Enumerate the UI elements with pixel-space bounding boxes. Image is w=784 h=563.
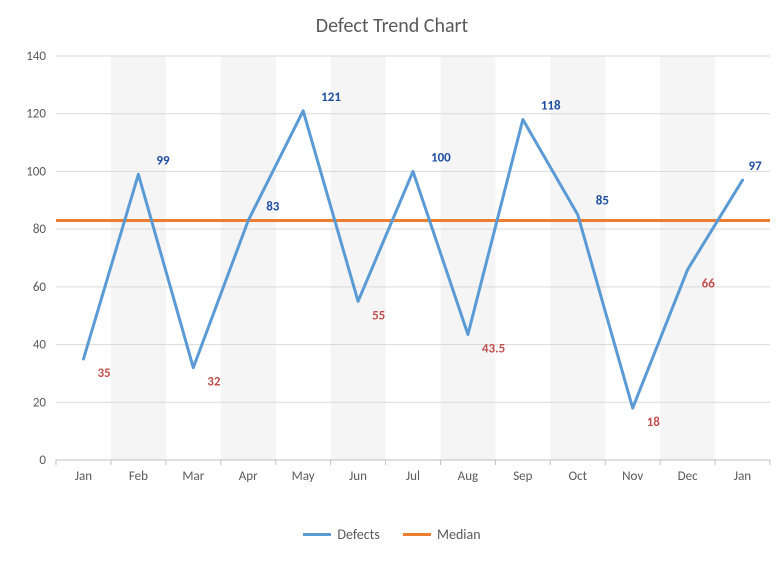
svg-text:Jan: Jan xyxy=(734,469,751,484)
svg-text:55: 55 xyxy=(372,308,385,323)
svg-text:Apr: Apr xyxy=(239,469,258,484)
svg-text:Sep: Sep xyxy=(513,469,532,484)
svg-text:0: 0 xyxy=(39,453,46,468)
svg-text:Aug: Aug xyxy=(458,469,478,484)
svg-text:85: 85 xyxy=(596,194,609,209)
svg-text:40: 40 xyxy=(33,338,47,353)
svg-text:120: 120 xyxy=(26,107,46,122)
svg-text:May: May xyxy=(292,469,315,484)
chart-container: Defect Trend Chart 020406080100120140Jan… xyxy=(0,0,784,563)
svg-text:35: 35 xyxy=(97,366,110,381)
svg-text:Jun: Jun xyxy=(349,469,367,484)
svg-text:20: 20 xyxy=(33,395,47,410)
legend-label-median: Median xyxy=(437,526,481,543)
svg-text:43.5: 43.5 xyxy=(482,341,505,356)
svg-text:66: 66 xyxy=(702,277,716,292)
svg-text:60: 60 xyxy=(33,280,47,295)
chart-legend: Defects Median xyxy=(0,523,784,543)
svg-text:Jul: Jul xyxy=(406,469,420,484)
svg-text:80: 80 xyxy=(33,222,47,237)
svg-text:118: 118 xyxy=(541,98,561,113)
legend-item-median: Median xyxy=(403,526,481,543)
svg-text:99: 99 xyxy=(156,153,170,168)
svg-text:32: 32 xyxy=(207,375,221,390)
legend-label-defects: Defects xyxy=(337,526,379,543)
legend-swatch-defects xyxy=(303,533,331,536)
svg-text:Jan: Jan xyxy=(75,469,92,484)
svg-text:18: 18 xyxy=(647,415,661,430)
svg-text:121: 121 xyxy=(321,90,341,105)
svg-text:140: 140 xyxy=(26,49,46,64)
svg-text:Nov: Nov xyxy=(622,469,643,484)
svg-text:97: 97 xyxy=(749,159,763,174)
svg-text:Mar: Mar xyxy=(182,469,204,484)
legend-swatch-median xyxy=(403,533,431,536)
svg-text:83: 83 xyxy=(266,199,280,214)
svg-text:100: 100 xyxy=(431,150,451,165)
svg-text:Feb: Feb xyxy=(129,469,148,484)
chart-plot: 0 20 40 60 80 100 120 140 Jan Feb Mar Apr May Jun Jul A… xyxy=(0,0,784,563)
svg-text:Dec: Dec xyxy=(678,469,698,484)
svg-text:100: 100 xyxy=(26,164,46,179)
svg-text:Oct: Oct xyxy=(569,469,588,484)
legend-item-defects: Defects xyxy=(303,526,379,543)
